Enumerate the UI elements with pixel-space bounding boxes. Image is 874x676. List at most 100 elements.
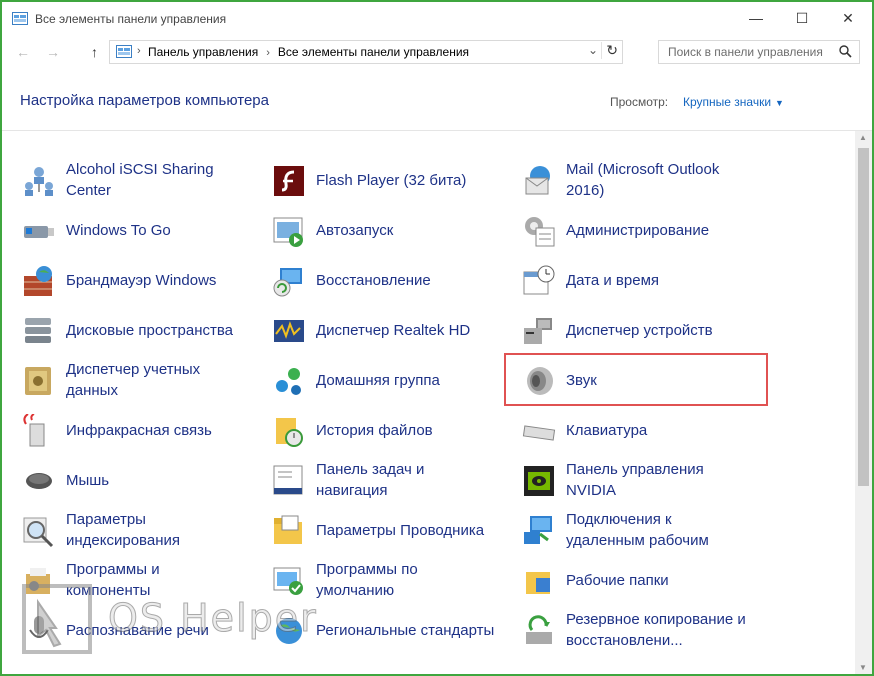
control-panel-item-realtek[interactable]: Диспетчер Realtek HD bbox=[272, 308, 512, 352]
label-line: Дисковые пространства bbox=[66, 321, 234, 339]
label-line: Региональные стандарты bbox=[316, 621, 495, 639]
control-panel-item-label: Клавиатура bbox=[566, 408, 766, 452]
control-panel-item-label: Рабочие папки bbox=[566, 558, 766, 602]
label-line: умолчанию bbox=[316, 582, 395, 599]
label-line: Flash Player (32 бита) bbox=[316, 171, 467, 189]
firewall-icon bbox=[24, 266, 52, 296]
scroll-up-icon[interactable]: ▲ bbox=[859, 133, 867, 142]
content-header: Настройка параметров компьютера Просмотр… bbox=[2, 68, 872, 131]
label-line: Диспетчер учетных bbox=[66, 361, 201, 378]
label-line: Клавиатура bbox=[566, 421, 648, 439]
control-panel-item-work-folders[interactable]: Рабочие папки bbox=[522, 558, 762, 602]
label-line: восстановлени... bbox=[566, 632, 683, 649]
control-panel-item-taskbar[interactable]: Панель задач и навигация bbox=[272, 458, 512, 502]
view-mode-dropdown[interactable]: Крупные значки ▼ bbox=[683, 95, 784, 109]
scrollbar-thumb[interactable] bbox=[858, 148, 869, 486]
control-panel-item-alcohol[interactable]: Alcohol iSCSI Sharing Center bbox=[22, 158, 262, 202]
mail-icon bbox=[525, 166, 550, 195]
control-panel-item-storage-spaces[interactable]: Дисковые пространства bbox=[22, 308, 262, 352]
label-line: Диспетчер Realtek HD bbox=[316, 321, 471, 339]
control-panel-item-label: Инфракрасная связь bbox=[66, 408, 266, 452]
nvidia-icon bbox=[524, 466, 554, 496]
close-button[interactable]: ✕ bbox=[825, 2, 871, 34]
search-input[interactable]: Поиск в панели управления bbox=[658, 40, 860, 64]
maximize-button[interactable]: ☐ bbox=[779, 2, 825, 34]
view-label: Просмотр: bbox=[610, 95, 669, 109]
control-panel-item-credential-manager[interactable]: Диспетчер учетных данных bbox=[22, 358, 262, 402]
control-panel-item-label: Диспетчер Realtek HD bbox=[316, 308, 516, 352]
control-panel-item-flash[interactable]: Flash Player (32 бита) bbox=[272, 158, 512, 202]
label-line: Center bbox=[66, 182, 112, 199]
control-panel-item-explorer-options[interactable]: Параметры Проводника bbox=[272, 508, 512, 552]
vertical-scrollbar[interactable]: ▲ ▼ bbox=[855, 131, 872, 674]
control-panel-item-keyboard[interactable]: Клавиатура bbox=[522, 408, 762, 452]
control-panel-item-datetime[interactable]: Дата и время bbox=[522, 258, 762, 302]
label-line: История файлов bbox=[316, 421, 433, 439]
folder-options-icon bbox=[274, 515, 302, 544]
recovery-icon bbox=[273, 268, 302, 297]
control-panel-item-indexing[interactable]: Параметры индексирования bbox=[22, 508, 262, 552]
control-panel-item-label: Параметры Проводника bbox=[316, 508, 516, 552]
scroll-down-icon[interactable]: ▼ bbox=[859, 663, 867, 672]
back-button[interactable]: ← bbox=[16, 44, 30, 60]
breadcrumb-item[interactable]: Панель управления bbox=[148, 45, 258, 59]
control-panel-item-backup[interactable]: Резервное копирование и восстановлени... bbox=[522, 608, 762, 652]
minimize-button[interactable]: — bbox=[733, 2, 779, 34]
watermark-text: OS Helper bbox=[108, 596, 318, 641]
control-panel-item-device-manager[interactable]: Диспетчер устройств bbox=[522, 308, 762, 352]
control-panel-item-admin[interactable]: Администрирование bbox=[522, 208, 762, 252]
control-panel-icon bbox=[116, 45, 132, 58]
control-panel-item-mouse[interactable]: Мышь bbox=[22, 458, 262, 502]
control-panel-item-nvidia[interactable]: Панель управления NVIDIA bbox=[522, 458, 762, 502]
control-panel-item-label: Диспетчер устройств bbox=[566, 308, 766, 352]
label-line: данных bbox=[66, 382, 118, 399]
control-panel-item-label: Дата и время bbox=[566, 258, 766, 302]
window-frame: Все элементы панели управления — ☐ ✕ ← →… bbox=[0, 0, 874, 676]
label-line: Программы и bbox=[66, 561, 160, 578]
up-button[interactable]: ↑ bbox=[91, 44, 98, 60]
homegroup-icon bbox=[276, 368, 301, 395]
control-panel-item-homegroup[interactable]: Домашняя группа bbox=[272, 358, 512, 402]
network-users-icon bbox=[25, 167, 53, 196]
control-panel-item-firewall[interactable]: Брандмауэр Windows bbox=[22, 258, 262, 302]
control-panel-item-label: Диспетчер учетных данных bbox=[66, 358, 266, 402]
control-panel-item-remote[interactable]: Подключения к удаленным рабочим bbox=[522, 508, 762, 552]
realtek-icon bbox=[274, 320, 304, 342]
usb-drive-icon bbox=[24, 226, 54, 238]
breadcrumb-separator: › bbox=[266, 47, 270, 59]
label-line: Панель задач и bbox=[316, 461, 425, 478]
address-bar[interactable]: › Панель управления › Все элементы панели … bbox=[109, 40, 623, 64]
search-icon[interactable] bbox=[839, 45, 852, 58]
control-panel-item-label: Alcohol iSCSI Sharing Center bbox=[66, 158, 266, 202]
label-line: Панель управления bbox=[566, 461, 704, 478]
control-panel-item-mail[interactable]: Mail (Microsoft Outlook 2016) bbox=[522, 158, 762, 202]
breadcrumb-item[interactable]: Все элементы панели управления bbox=[278, 45, 469, 59]
control-panel-item-windows-to-go[interactable]: Windows To Go bbox=[22, 208, 262, 252]
label-line: Мышь bbox=[66, 471, 110, 489]
label-line: 2016) bbox=[566, 182, 605, 199]
label-line: Восстановление bbox=[316, 271, 431, 289]
control-panel-item-file-history[interactable]: История файлов bbox=[272, 408, 512, 452]
control-panel-item-label: Программы по умолчанию bbox=[316, 558, 516, 602]
device-manager-icon bbox=[524, 318, 552, 344]
control-panel-item-recovery[interactable]: Восстановление bbox=[272, 258, 512, 302]
control-panel-item-label: Брандмауэр Windows bbox=[66, 258, 266, 302]
control-panel-item-label: Панель задач и навигация bbox=[316, 458, 516, 502]
view-mode-value: Крупные значки bbox=[683, 95, 772, 109]
control-panel-item-infrared[interactable]: Инфракрасная связь bbox=[22, 408, 262, 452]
control-panel-item-label: Автозапуск bbox=[316, 208, 516, 252]
taskbar-icon bbox=[273, 465, 303, 495]
control-panel-item-label: Windows To Go bbox=[66, 208, 266, 252]
label-line: Рабочие папки bbox=[566, 571, 669, 589]
autoplay-icon bbox=[273, 217, 303, 247]
caret-down-icon: ▼ bbox=[775, 98, 784, 108]
label-line: индексирования bbox=[66, 532, 180, 549]
admin-tools-icon bbox=[525, 217, 555, 247]
refresh-icon[interactable]: ↻ bbox=[601, 42, 618, 59]
forward-button[interactable]: → bbox=[46, 44, 60, 60]
page-title: Настройка параметров компьютера bbox=[20, 92, 269, 109]
control-panel-item-label: Мышь bbox=[66, 458, 266, 502]
chevron-down-icon[interactable]: ⌄ bbox=[588, 43, 598, 57]
search-placeholder: Поиск в панели управления bbox=[668, 45, 823, 59]
control-panel-item-autoplay[interactable]: Автозапуск bbox=[272, 208, 512, 252]
